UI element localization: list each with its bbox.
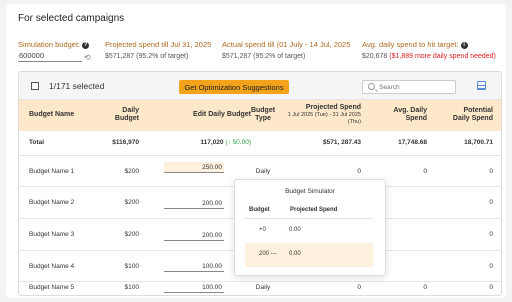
simulator-row-highlighted[interactable]: 200 --- 0.00 (245, 243, 373, 267)
total-label: Total (29, 139, 45, 146)
daily-budget: $100 (124, 263, 139, 270)
budget-name: Budget Name 4 (29, 263, 75, 270)
simulator-row[interactable]: +0 0.00 (245, 219, 373, 243)
total-row: Total $116,970 117,020 (↑ 50.00) $571, 2… (19, 131, 501, 156)
budget-name: Budget Name 1 (29, 168, 75, 175)
daily-budget: $200 (124, 168, 139, 175)
edit-daily-budget-input[interactable] (164, 230, 224, 241)
simulator-spend: 0.00 (289, 251, 301, 257)
simulator-spend: 0.00 (289, 227, 301, 233)
edit-daily-budget-input[interactable] (164, 162, 224, 173)
avg-daily-spend: 0 (423, 284, 427, 291)
projected-spend-range: 1 Jul 2025 (Tue) - 31 Jul 2025 (Thu) (287, 112, 361, 125)
avg-daily-spend-target-label: Avg. daily spend to hit target: i (362, 40, 468, 49)
simulator-col-budget: Budget (249, 207, 270, 213)
total-avg-daily-spend: 17,748.68 (398, 139, 427, 146)
edit-daily-budget-input[interactable] (164, 198, 224, 209)
col-budget-type[interactable]: Budget Type (245, 107, 281, 123)
total-projected-spend: $571, 287.43 (323, 139, 361, 146)
simulation-budget-label: Simulation budget:? (18, 40, 90, 49)
potential-daily-spend: 0 (489, 168, 493, 175)
search-box[interactable] (362, 80, 456, 94)
help-icon[interactable]: ? (82, 41, 90, 49)
potential-daily-spend: 0 (489, 263, 493, 270)
table-toolbar: 1/171 selected Get Optimization Suggesti… (19, 72, 501, 100)
search-icon (368, 83, 375, 90)
edit-daily-budget-input[interactable] (164, 261, 224, 272)
col-avg-daily-spend[interactable]: Avg. Daily Spend (387, 107, 427, 123)
daily-budget: $200 (124, 199, 139, 206)
column-settings-icon[interactable] (477, 81, 486, 90)
total-edit-delta: (↑ 50.00) (225, 139, 251, 146)
simulator-col-projected: Projected Spend (290, 207, 338, 213)
simulation-budget-input[interactable] (18, 50, 82, 62)
total-daily-budget: $116,970 (112, 139, 139, 146)
potential-daily-spend: 0 (489, 199, 493, 206)
projected-spend: 0 (357, 284, 361, 291)
daily-budget: $100 (124, 284, 139, 291)
budget-name: Budget Name 5 (29, 284, 75, 291)
potential-daily-spend: 0 (489, 284, 493, 291)
edit-daily-budget-input[interactable] (164, 282, 224, 293)
daily-spend-needed: ($1,889 more daily spend needed) (389, 53, 496, 60)
total-potential-spend: 18,700.71 (464, 139, 493, 146)
table-header: Budget Name Daily Budget Edit Daily Budg… (19, 100, 501, 131)
projected-spend: 0 (357, 168, 361, 175)
simulator-budget: 200 --- (259, 251, 277, 257)
actual-spend-value: $571,287 (95.2% of target) (222, 53, 306, 60)
budget-type: Daily (255, 168, 271, 175)
table-row: Budget Name 5 $100 Daily 0 0 0 (19, 282, 501, 295)
selected-count: 1/171 selected (49, 81, 105, 91)
projected-spend-label: Projected spend till Jul 31, 2025 (105, 40, 212, 49)
budget-type: Daily (255, 284, 271, 291)
col-daily-budget[interactable]: Daily Budget (105, 107, 139, 123)
select-all-checkbox[interactable] (31, 82, 39, 90)
section-heading: For selected campaigns (18, 13, 125, 24)
actual-spend-label: Actual spend till (01 July - 14 Jul, 202… (222, 40, 351, 49)
projected-spend-value: $571,287 (95.2% of target) (105, 53, 189, 60)
col-edit-daily-budget[interactable]: Edit Daily Budget (165, 111, 251, 119)
budget-name: Budget Name 3 (29, 231, 75, 238)
simulator-budget: +0 (259, 227, 266, 233)
avg-daily-spend-target-value: $20,678 ($1,889 more daily spend needed) (362, 53, 496, 60)
get-optimization-suggestions-button[interactable]: Get Optimization Suggestions (179, 80, 289, 94)
info-icon[interactable]: i (460, 41, 468, 49)
refresh-icon[interactable]: ⟲ (84, 54, 91, 62)
col-projected-spend[interactable]: Projected Spend 1 Jul 2025 (Tue) - 31 Ju… (281, 104, 361, 126)
col-budget-name[interactable]: Budget Name (29, 111, 74, 119)
avg-daily-spend: 0 (423, 168, 427, 175)
total-edit-budget: 117,020 (↑ 50.00) (200, 139, 251, 146)
potential-daily-spend: 0 (489, 231, 493, 238)
search-input[interactable] (379, 82, 453, 93)
daily-budget: $200 (124, 231, 139, 238)
simulator-title: Budget Simulator (285, 188, 335, 195)
campaign-budget-panel: For selected campaigns Simulation budget… (6, 4, 506, 298)
budget-name: Budget Name 2 (29, 199, 75, 206)
col-potential-daily-spend[interactable]: Potential Daily Spend (449, 107, 493, 123)
budget-simulator-popover: Budget Simulator Budget Projected Spend … (234, 179, 386, 276)
